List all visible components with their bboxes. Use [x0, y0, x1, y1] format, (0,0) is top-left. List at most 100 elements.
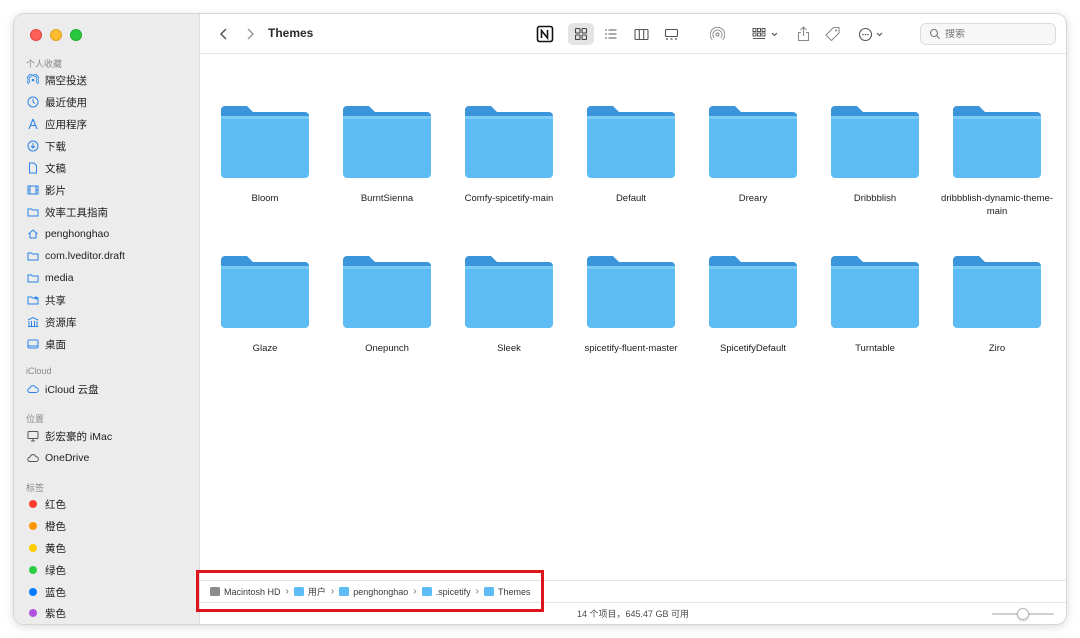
- columns-icon: [633, 28, 649, 40]
- folder-icon: [831, 106, 919, 178]
- tag-button[interactable]: [822, 23, 844, 45]
- sidebar-item-applications[interactable]: 应用程序: [26, 114, 87, 134]
- list-icon: [605, 29, 617, 39]
- sidebar-item-recents[interactable]: 最近使用: [26, 92, 87, 112]
- computer-icon: [26, 429, 40, 443]
- sidebar-tag-orange[interactable]: 橙色: [26, 516, 66, 536]
- icon-size-slider[interactable]: [992, 608, 1054, 620]
- sidebar-item-desktop[interactable]: 桌面: [26, 334, 66, 354]
- group-grid-icon: [752, 28, 778, 39]
- sidebar-item-media[interactable]: media: [26, 268, 74, 288]
- sidebar-item-label: 应用程序: [45, 118, 87, 131]
- sidebar-item-movies[interactable]: 影片: [26, 180, 66, 200]
- folder-item[interactable]: Sleek: [451, 250, 567, 355]
- path-crumb-label: penghonghao: [353, 586, 409, 597]
- folder-item[interactable]: SpicetifyDefault: [695, 250, 811, 355]
- sidebar-item-label: 效率工具指南: [45, 206, 108, 219]
- sidebar-item-label: 紫色: [45, 607, 66, 620]
- sidebar-item-label: 彭宏豪的 iMac: [45, 430, 113, 443]
- sidebar-item-label: 最近使用: [45, 96, 87, 109]
- sidebar-item-library[interactable]: 资源库: [26, 312, 77, 332]
- folder-item[interactable]: Glaze: [207, 250, 323, 355]
- folder-icon: [293, 587, 304, 596]
- folder-icon: [953, 106, 1041, 178]
- hard-drive-icon: [210, 587, 220, 596]
- sidebar-item-label: 影片: [45, 184, 66, 197]
- sidebar-item-documents[interactable]: 文稿: [26, 158, 66, 178]
- folder-item[interactable]: spicetify-fluent-master: [573, 250, 689, 355]
- zoom-button[interactable]: [70, 29, 82, 41]
- sidebar-item-label: OneDrive: [45, 452, 90, 464]
- folder-item[interactable]: Bloom: [207, 100, 323, 205]
- folder-item[interactable]: Turntable: [817, 250, 933, 355]
- sidebar-item-downloads[interactable]: 下载: [26, 136, 66, 156]
- folder-icon: [709, 256, 797, 328]
- folder-item[interactable]: Ziro: [939, 250, 1055, 355]
- folder-item[interactable]: dribbblish-dynamic-theme-main: [939, 100, 1055, 218]
- gallery-view-button[interactable]: [658, 23, 684, 45]
- status-bar: 14 个项目，645.47 GB 可用: [200, 602, 1066, 624]
- folder-item[interactable]: Comfy-spicetify-main: [451, 100, 567, 205]
- folder-item[interactable]: Onepunch: [329, 250, 445, 355]
- applications-icon: [26, 117, 40, 131]
- sidebar: 个人收藏 隔空投送 最近使用 应用程序 下载 文稿 影片 效率工具指南 peng…: [14, 14, 200, 624]
- path-crumb[interactable]: Themes: [484, 587, 531, 597]
- sidebar-tag-blue[interactable]: 蓝色: [26, 582, 66, 602]
- sidebar-item-efficiency-guide[interactable]: 效率工具指南: [26, 202, 108, 222]
- sidebar-item-onedrive[interactable]: OneDrive: [26, 448, 89, 468]
- more-actions-button[interactable]: [856, 23, 890, 45]
- folder-item[interactable]: Dreary: [695, 100, 811, 205]
- column-view-button[interactable]: [628, 23, 654, 45]
- group-by-button[interactable]: [750, 23, 782, 45]
- airdrop-button[interactable]: [706, 23, 728, 45]
- path-crumb[interactable]: Macintosh HD ›: [210, 586, 294, 597]
- path-crumb[interactable]: .spicetify ›: [421, 586, 484, 597]
- folder-name: dribbblish-dynamic-theme-main: [941, 193, 1053, 217]
- sidebar-item-airdrop[interactable]: 隔空投送: [26, 70, 87, 90]
- list-view-button[interactable]: [598, 23, 624, 45]
- share-button[interactable]: [792, 23, 814, 45]
- sidebar-item-home[interactable]: penghonghao: [26, 224, 109, 244]
- tag-dot-icon: [29, 500, 37, 508]
- notion-button[interactable]: [534, 23, 556, 45]
- desktop-icon: [26, 337, 40, 351]
- sidebar-item-icloud-drive[interactable]: iCloud 云盘: [26, 379, 99, 399]
- folder-icon: [26, 205, 40, 219]
- window-title: Themes: [268, 26, 314, 40]
- sidebar-item-lveditor-draft[interactable]: com.lveditor.draft: [26, 246, 125, 266]
- path-crumb[interactable]: penghonghao ›: [339, 586, 421, 597]
- folder-item[interactable]: Dribbblish: [817, 100, 933, 205]
- sidebar-item-imac[interactable]: 彭宏豪的 iMac: [26, 426, 112, 446]
- path-crumb[interactable]: 用户 ›: [293, 585, 339, 598]
- chevron-right-icon: ›: [285, 586, 289, 597]
- forward-button[interactable]: [240, 23, 260, 45]
- folder-icon: [26, 249, 40, 263]
- search-input[interactable]: [945, 28, 1045, 40]
- grid-icon: [574, 27, 588, 41]
- folder-icon: [421, 587, 432, 596]
- sidebar-item-label: 资源库: [45, 316, 77, 329]
- sidebar-item-shared[interactable]: 共享: [26, 290, 66, 310]
- search-field[interactable]: [920, 23, 1056, 45]
- folder-icon: [587, 106, 675, 178]
- folder-name: SpicetifyDefault: [719, 343, 786, 354]
- minimize-button[interactable]: [50, 29, 62, 41]
- folder-icon: [465, 256, 553, 328]
- folder-item[interactable]: BurntSienna: [329, 100, 445, 205]
- sidebar-tag-green[interactable]: 绿色: [26, 560, 66, 580]
- back-button[interactable]: [214, 23, 234, 45]
- sidebar-tag-purple[interactable]: 紫色: [26, 603, 66, 623]
- folder-icon: [221, 256, 309, 328]
- sidebar-tag-red[interactable]: 红色: [26, 494, 66, 514]
- path-crumb-label: 用户: [307, 587, 326, 597]
- folder-name: Bloom: [251, 193, 279, 204]
- slider-knob[interactable]: [1017, 608, 1029, 620]
- close-button[interactable]: [30, 29, 42, 41]
- folder-icon: [343, 106, 431, 178]
- folder-icon: [221, 106, 309, 178]
- sidebar-tag-yellow[interactable]: 黄色: [26, 538, 66, 558]
- ellipsis-circle-icon: [858, 27, 883, 41]
- view-mode-group: [568, 23, 688, 45]
- folder-item[interactable]: Default: [573, 100, 689, 205]
- icon-view-button[interactable]: [568, 23, 594, 45]
